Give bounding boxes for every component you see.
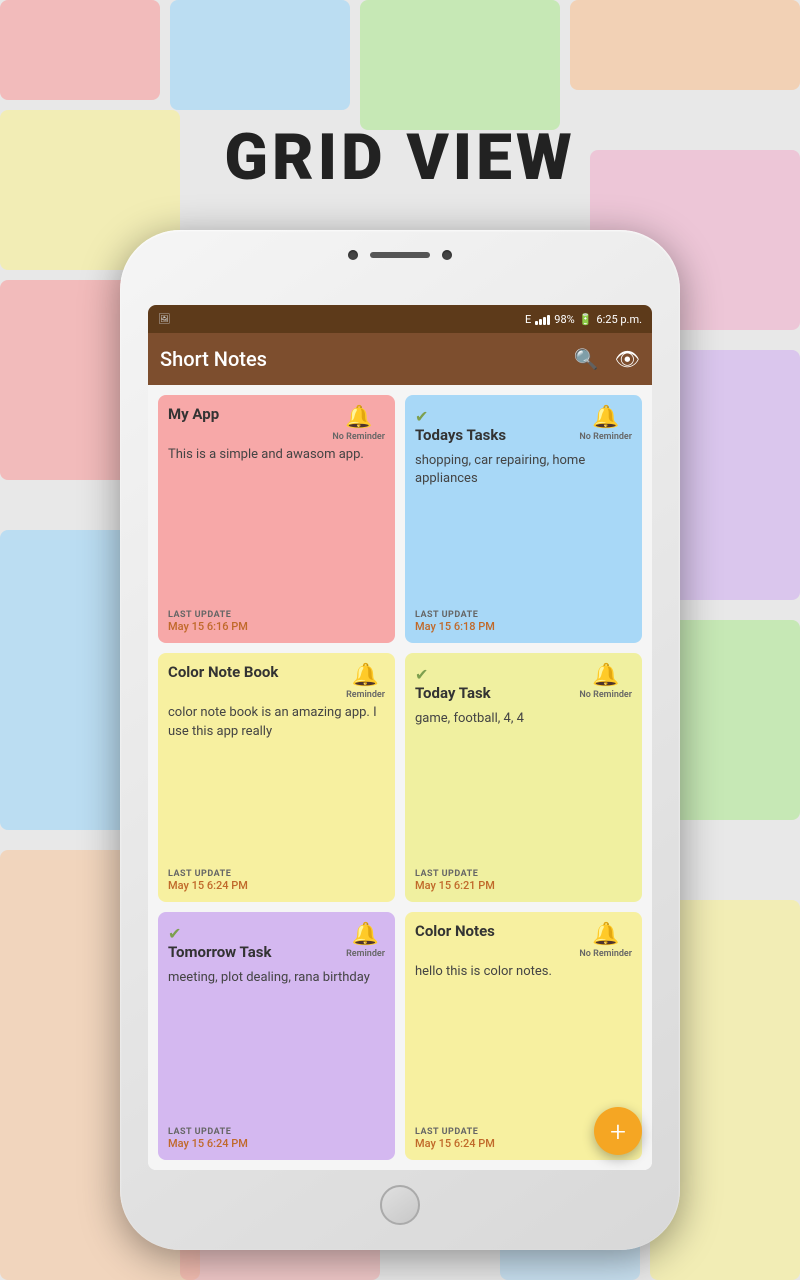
app-toolbar: Short Notes 🔍 👁 xyxy=(148,333,652,385)
note-card-3[interactable]: Color Note Book 🔔 Reminder color note bo… xyxy=(158,653,395,901)
phone: 🖼 E 98% 🔋 6:25 p.m. Short Notes xyxy=(120,230,680,1250)
note-1-title: My App xyxy=(168,405,219,423)
phone-camera-area xyxy=(348,250,452,260)
note-1-top: My App 🔔 No Reminder xyxy=(168,405,385,442)
note-4-body: game, football, 4, 4 xyxy=(415,710,632,862)
status-bar-right: E 98% 🔋 6:25 p.m. xyxy=(525,313,642,326)
note-3-top: Color Note Book 🔔 Reminder xyxy=(168,663,385,700)
phone-shell: 🖼 E 98% 🔋 6:25 p.m. Short Notes xyxy=(120,230,680,1250)
time-display: 6:25 p.m. xyxy=(596,313,642,326)
battery-percent: 98% xyxy=(554,313,574,326)
note-2-title: Todays Tasks xyxy=(415,426,506,444)
note-5-title: Tomorrow Task xyxy=(168,943,271,961)
bg-note-3 xyxy=(360,0,560,130)
status-bar: 🖼 E 98% 🔋 6:25 p.m. xyxy=(148,305,652,333)
note-3-update-value: May 15 6:24 PM xyxy=(168,879,385,892)
notes-grid: My App 🔔 No Reminder This is a simple an… xyxy=(148,385,652,1170)
note-4-check-icon: ✔ xyxy=(415,665,491,684)
note-1-update-label: LAST UPDATE xyxy=(168,610,385,620)
note-4-title: Today Task xyxy=(415,684,491,702)
note-6-bell-area: 🔔 No Reminder xyxy=(579,922,632,959)
note-1-update-value: May 15 6:16 PM xyxy=(168,620,385,633)
signal-bar-4 xyxy=(547,315,550,325)
bg-note-2 xyxy=(170,0,350,110)
note-2-update-label: LAST UPDATE xyxy=(415,610,632,620)
app-title: Short Notes xyxy=(160,347,574,371)
note-5-update-label: LAST UPDATE xyxy=(168,1127,385,1137)
note-2-body: shopping, car repairing, home appliances xyxy=(415,452,632,604)
phone-screen: 🖼 E 98% 🔋 6:25 p.m. Short Notes xyxy=(148,305,652,1170)
note-4-update-value: May 15 6:21 PM xyxy=(415,879,632,892)
note-3-reminder: Reminder xyxy=(346,690,385,700)
battery-icon: 🔋 xyxy=(579,313,593,326)
note-5-body: meeting, plot dealing, rana birthday xyxy=(168,969,385,1121)
note-6-title: Color Notes xyxy=(415,922,495,940)
note-5-bell-icon: 🔔 xyxy=(352,922,379,947)
camera-dot-1 xyxy=(348,250,358,260)
note-card-5[interactable]: ✔ Tomorrow Task 🔔 Reminder meeting, plot… xyxy=(158,912,395,1160)
note-4-bell-icon: 🔔 xyxy=(592,663,619,688)
note-2-top: ✔ Todays Tasks 🔔 No Reminder xyxy=(415,405,632,448)
note-4-update-label: LAST UPDATE xyxy=(415,869,632,879)
note-3-body: color note book is an amazing app. I use… xyxy=(168,704,385,862)
note-4-bell-area: 🔔 No Reminder xyxy=(579,663,632,700)
note-3-bell-area: 🔔 Reminder xyxy=(346,663,385,700)
note-5-update-value: May 15 6:24 PM xyxy=(168,1137,385,1150)
note-1-body: This is a simple and awasom app. xyxy=(168,446,385,604)
home-button[interactable] xyxy=(380,1185,420,1225)
note-6-top: Color Notes 🔔 No Reminder xyxy=(415,922,632,959)
signal-bar-3 xyxy=(543,317,546,325)
signal-bar-1 xyxy=(535,321,538,325)
note-2-check-icon: ✔ xyxy=(415,407,506,426)
note-4-top: ✔ Today Task 🔔 No Reminder xyxy=(415,663,632,706)
camera-dot-2 xyxy=(442,250,452,260)
view-toggle-icon[interactable]: 👁 xyxy=(615,347,640,371)
grid-view-label: GRID VIEW xyxy=(0,120,800,195)
status-notification-icon: 🖼 xyxy=(158,314,171,325)
signal-bars xyxy=(535,313,550,325)
note-6-reminder: No Reminder xyxy=(579,949,632,959)
note-3-title: Color Note Book xyxy=(168,663,278,681)
signal-bar-2 xyxy=(539,319,542,325)
signal-type: E xyxy=(525,313,531,326)
toolbar-icons: 🔍 👁 xyxy=(574,347,640,371)
note-2-bell-area: 🔔 No Reminder xyxy=(579,405,632,442)
note-5-top: ✔ Tomorrow Task 🔔 Reminder xyxy=(168,922,385,965)
note-5-check-icon: ✔ xyxy=(168,924,271,943)
bg-note-1 xyxy=(0,0,160,100)
note-1-bell-icon: 🔔 xyxy=(345,405,372,430)
note-card-4[interactable]: ✔ Today Task 🔔 No Reminder game, footbal… xyxy=(405,653,642,901)
note-2-update-value: May 15 6:18 PM xyxy=(415,620,632,633)
note-2-reminder: No Reminder xyxy=(579,432,632,442)
note-6-body: hello this is color notes. xyxy=(415,963,632,1121)
note-card-2[interactable]: ✔ Todays Tasks 🔔 No Reminder shopping, c… xyxy=(405,395,642,643)
note-3-bell-icon: 🔔 xyxy=(352,663,379,688)
bg-note-7 xyxy=(0,280,140,480)
note-3-update-label: LAST UPDATE xyxy=(168,869,385,879)
note-card-1[interactable]: My App 🔔 No Reminder This is a simple an… xyxy=(158,395,395,643)
note-2-bell-icon: 🔔 xyxy=(592,405,619,430)
note-5-bell-area: 🔔 Reminder xyxy=(346,922,385,959)
note-5-reminder: Reminder xyxy=(346,949,385,959)
search-icon[interactable]: 🔍 xyxy=(574,347,599,371)
note-6-bell-icon: 🔔 xyxy=(592,922,619,947)
fab-add-button[interactable]: + xyxy=(594,1107,642,1155)
note-1-bell-area: 🔔 No Reminder xyxy=(332,405,385,442)
speaker-bar xyxy=(370,252,430,258)
bg-note-4 xyxy=(570,0,800,90)
note-4-reminder: No Reminder xyxy=(579,690,632,700)
note-1-reminder: No Reminder xyxy=(332,432,385,442)
